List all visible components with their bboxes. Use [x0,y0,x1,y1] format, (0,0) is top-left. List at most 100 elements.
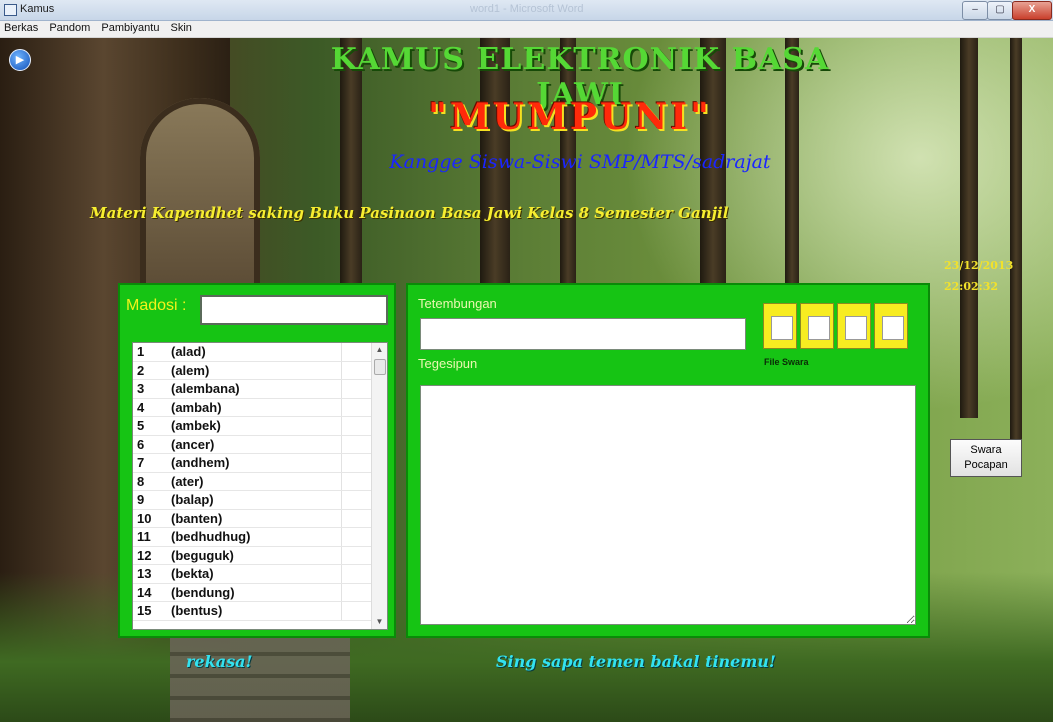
list-item-word: (alad) [171,344,206,359]
list-item-word: (banten) [171,510,223,526]
close-button[interactable]: X [1012,1,1052,20]
list-item-number: 13 [137,566,152,581]
open-file-button[interactable] [763,303,797,349]
tegesipun-textarea[interactable] [420,385,916,625]
list-column-divider [341,583,342,601]
word-list-scrollbar[interactable]: ▲ ▼ [371,343,387,629]
list-item-number: 9 [137,492,145,507]
word-list[interactable]: 1 (alad) 2 (alem) 3 (alembana) 4 (ambah) 5 (ambek… [132,342,388,630]
list-item[interactable]: 13 (bekta) [133,565,387,584]
search-input[interactable] [200,295,388,325]
tegesipun-label: Tegesipun [418,356,478,371]
open-file-icon [771,316,793,340]
scroll-down-icon[interactable]: ▼ [372,615,387,629]
list-column-divider [341,398,342,416]
list-item-number: 5 [137,418,145,433]
list-item-word: (ambah) [171,399,222,415]
list-item-number: 6 [137,436,145,452]
list-item-number: 14 [137,584,152,600]
list-item[interactable]: 2 (alem) [133,361,387,380]
list-item-word: (bekta) [171,566,214,581]
list-item-number: 1 [137,344,145,359]
list-item[interactable]: 1 (alad) [133,343,387,362]
clear-icon [882,316,904,340]
list-column-divider [341,565,342,583]
list-item-number: 12 [137,547,152,563]
list-item-number: 4 [137,399,145,415]
detail-panel: Tetembungan Tegesipun File Swara [406,283,930,638]
list-column-divider [341,343,342,361]
app-icon [4,4,17,16]
list-column-divider [341,546,342,564]
tetembungan-label: Tetembungan [418,296,497,311]
record-icon [845,316,867,340]
save-file-icon [808,316,830,340]
menu-pandom[interactable]: Pandom [45,21,94,34]
save-file-button[interactable] [800,303,834,349]
list-column-divider [341,602,342,620]
list-item[interactable]: 14 (bendung) [133,583,387,602]
list-item[interactable]: 15 (bentus) [133,602,387,621]
search-label: Madosi : [126,297,187,314]
list-item[interactable]: 7 (andhem) [133,454,387,473]
scroll-thumb[interactable] [374,359,386,375]
list-item-word: (bendung) [171,584,235,600]
minimize-button[interactable]: – [962,1,988,20]
footer-left-text: rekasa! [186,652,253,671]
list-item-number: 8 [137,473,145,489]
list-item[interactable]: 3 (alembana) [133,380,387,399]
list-item[interactable]: 4 (ambah) [133,398,387,417]
list-item-word: (balap) [171,492,214,507]
swara-pocapan-button[interactable]: Swara Pocapan [950,439,1022,477]
footer-right-text: Sing sapa temen bakal tinemu! [496,652,776,671]
list-item-word: (bentus) [171,603,223,618]
time-display: 22:02:32 [944,280,999,293]
list-item[interactable]: 11 (bedhudhug) [133,528,387,547]
list-column-divider [341,509,342,527]
list-item-word: (andhem) [171,455,230,470]
file-swara-label: File Swara [764,357,809,367]
maximize-button[interactable]: ▢ [987,1,1013,20]
menu-berkas[interactable]: Berkas [0,21,42,34]
window-title: Kamus [20,3,55,15]
list-item-word: (ambek) [171,418,221,433]
tetembungan-field[interactable] [420,318,746,350]
next-arrow-icon[interactable]: ▶ [9,49,31,71]
list-column-divider [341,380,342,398]
list-item[interactable]: 5 (ambek) [133,417,387,436]
list-column-divider [341,435,342,453]
list-item[interactable]: 10 (banten) [133,509,387,528]
menu-skin[interactable]: Skin [167,21,196,34]
list-column-divider [341,528,342,546]
list-item[interactable]: 8 (ater) [133,472,387,491]
swara-pocapan-line1: Swara [970,444,1002,456]
scroll-up-icon[interactable]: ▲ [372,343,387,357]
list-item-word: (beguguk) [171,547,234,563]
list-item[interactable]: 12 (beguguk) [133,546,387,565]
swara-pocapan-line2: Pocapan [964,459,1008,471]
tree-door [140,98,260,298]
record-button[interactable] [837,303,871,349]
list-item-number: 3 [137,381,145,396]
clear-button[interactable] [874,303,908,349]
menu-bar: Berkas Pandom Pambiyantu Skin [0,21,1053,38]
list-item-number: 7 [137,455,145,470]
list-item[interactable]: 6 (ancer) [133,435,387,454]
audience-subheading: Kangge Siswa-Siswi SMP/MTS/sadrajat [389,151,771,173]
list-item-word: (ancer) [171,436,215,452]
app-name-heading: "MUMPUNI" [428,96,712,138]
menu-pambiyantu[interactable]: Pambiyantu [97,21,163,34]
tree-trunk [960,38,978,418]
list-item[interactable]: 9 (balap) [133,491,387,510]
list-item-number: 10 [137,510,152,526]
list-column-divider [341,361,342,379]
list-column-divider [341,454,342,472]
ghost-window-title: word1 - Microsoft Word [470,3,584,15]
list-item-word: (bedhudhug) [171,529,251,544]
search-panel: Madosi : 1 (alad) 2 (alem) 3 (alembana) 4 (amba… [118,283,396,638]
list-item-number: 2 [137,362,145,378]
list-column-divider [341,472,342,490]
list-item-word: (alem) [171,362,210,378]
window-titlebar: Kamus word1 - Microsoft Word – ▢ X [0,0,1053,21]
list-item-word: (ater) [171,473,204,489]
